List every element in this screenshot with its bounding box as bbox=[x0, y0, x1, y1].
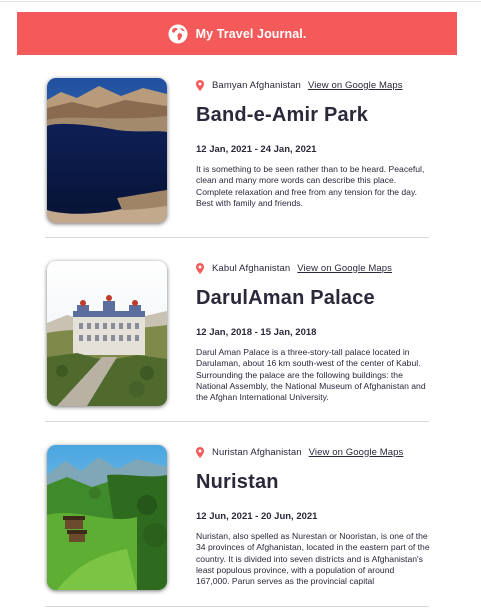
entry-info: Kabul Afghanistan View on Google Maps Da… bbox=[196, 261, 432, 403]
journal-entry: Kabul Afghanistan View on Google Maps Da… bbox=[45, 259, 429, 422]
place-description: Nuristan, also spelled as Nurestan or No… bbox=[196, 531, 430, 587]
entry-info: Bamyan Afghanistan View on Google Maps B… bbox=[196, 78, 432, 209]
location-pin-icon bbox=[196, 262, 204, 274]
location-text: Nuristan Afghanistan bbox=[212, 446, 302, 458]
globe-icon bbox=[168, 24, 188, 43]
palace-photo bbox=[47, 261, 167, 406]
location-row: Bamyan Afghanistan View on Google Maps bbox=[196, 78, 432, 92]
google-maps-link[interactable]: View on Google Maps bbox=[297, 263, 392, 274]
trip-dates: 12 Jan, 2021 - 24 Jan, 2021 bbox=[196, 144, 317, 155]
top-divider bbox=[0, 1, 481, 2]
place-title: Band-e-Amir Park bbox=[196, 104, 369, 126]
journal-entry: Nuristan Afghanistan View on Google Maps… bbox=[45, 443, 432, 607]
location-text: Bamyan Afghanistan bbox=[212, 79, 301, 91]
location-pin-icon bbox=[196, 79, 204, 91]
place-description: It is something to be seen rather than t… bbox=[196, 164, 425, 208]
place-title: Nuristan bbox=[196, 471, 279, 493]
entry-divider bbox=[45, 237, 429, 238]
place-description: Darul Aman Palace is a three-story-tall … bbox=[196, 347, 426, 403]
lake-photo bbox=[47, 78, 167, 223]
entry-info: Nuristan Afghanistan View on Google Maps… bbox=[196, 445, 432, 587]
location-text: Kabul Afghanistan bbox=[212, 262, 291, 274]
entry-divider bbox=[45, 606, 429, 607]
location-row: Nuristan Afghanistan View on Google Maps bbox=[196, 445, 432, 459]
entry-divider bbox=[45, 421, 429, 422]
trip-dates: 12 Jun, 2021 - 20 Jun, 2021 bbox=[196, 511, 318, 522]
place-title: DarulAman Palace bbox=[196, 287, 375, 309]
journal-entry: Bamyan Afghanistan View on Google Maps B… bbox=[45, 76, 429, 238]
google-maps-link[interactable]: View on Google Maps bbox=[308, 80, 403, 91]
app-title: My Travel Journal. bbox=[195, 26, 307, 41]
app-header: My Travel Journal. bbox=[17, 12, 457, 55]
valley-photo bbox=[47, 445, 167, 590]
location-pin-icon bbox=[196, 446, 204, 458]
trip-dates: 12 Jan, 2018 - 15 Jan, 2018 bbox=[196, 327, 317, 338]
google-maps-link[interactable]: View on Google Maps bbox=[309, 447, 404, 458]
location-row: Kabul Afghanistan View on Google Maps bbox=[196, 261, 432, 275]
